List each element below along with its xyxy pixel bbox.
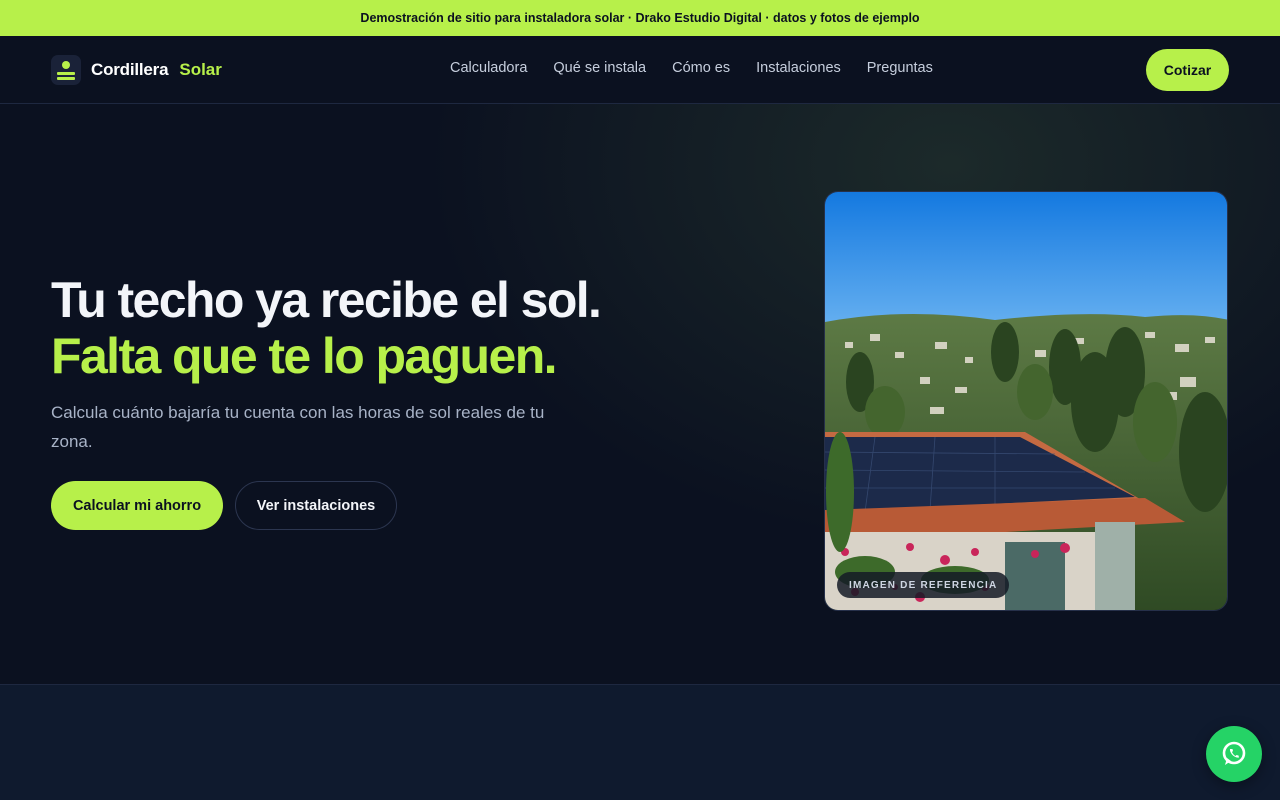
whatsapp-button[interactable] <box>1206 726 1262 782</box>
reference-image-badge: IMAGEN DE REFERENCIA <box>837 572 1010 598</box>
whatsapp-icon <box>1222 741 1246 765</box>
demo-banner: Demostración de sitio para instaladora s… <box>0 0 1280 36</box>
hero-title: Tu techo ya recibe el sol. Falta que te … <box>51 272 602 384</box>
brand-name: Cordillera <box>91 60 169 79</box>
quote-button[interactable]: Cotizar <box>1146 49 1229 91</box>
hero-title-line1: Tu techo ya recibe el sol. <box>51 272 602 328</box>
brand-logo-link[interactable]: Cordillera Solar <box>51 55 222 85</box>
main-navigation: Cordillera Solar Calculadora Qué se inst… <box>0 36 1280 104</box>
nav-links: Calculadora Qué se instala Cómo es Insta… <box>450 60 933 76</box>
nav-link-calculadora[interactable]: Calculadora <box>450 60 527 76</box>
next-section <box>0 685 1280 800</box>
sun-panel-icon <box>51 55 81 85</box>
nav-link-como-es[interactable]: Cómo es <box>672 60 730 76</box>
nav-link-instalaciones[interactable]: Instalaciones <box>756 60 841 76</box>
brand-accent: Solar <box>179 60 222 79</box>
hero-reference-image: IMAGEN DE REFERENCIA <box>824 191 1228 611</box>
view-installations-button[interactable]: Ver instalaciones <box>235 481 397 530</box>
hero-title-line2: Falta que te lo paguen. <box>51 328 558 384</box>
calculate-savings-button[interactable]: Calcular mi ahorro <box>51 481 223 530</box>
demo-banner-text: Demostración de sitio para instaladora s… <box>360 11 920 25</box>
nav-link-que-se-instala[interactable]: Qué se instala <box>553 60 646 76</box>
hero-section: Tu techo ya recibe el sol. Falta que te … <box>0 104 1280 684</box>
hero-subtitle: Calcula cuánto bajaría tu cuenta con las… <box>51 403 545 451</box>
nav-link-preguntas[interactable]: Preguntas <box>867 60 933 76</box>
